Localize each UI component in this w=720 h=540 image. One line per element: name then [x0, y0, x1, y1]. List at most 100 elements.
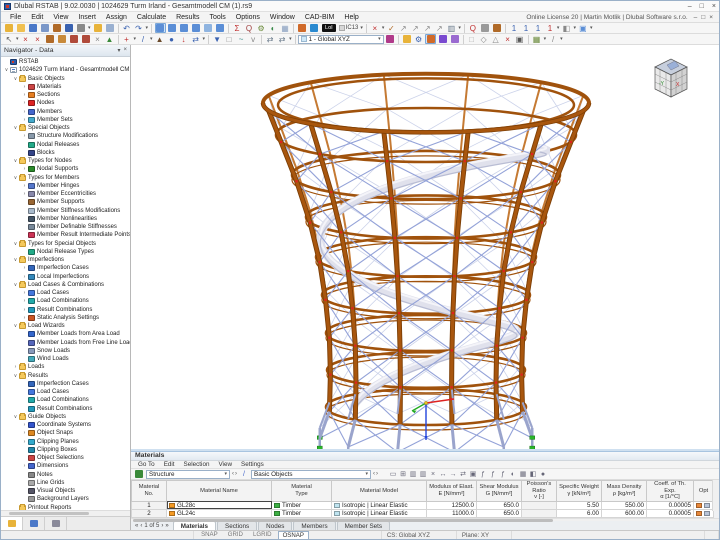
toggle-snap[interactable]: SNAP	[197, 531, 222, 540]
tree-expander[interactable]: ∨	[12, 125, 19, 131]
tree-item-load-cases[interactable]: › Load Cases	[1, 289, 130, 297]
tree-expander[interactable]: ›	[21, 315, 28, 321]
cell-modulus-e[interactable]: 12500.0	[426, 500, 477, 510]
window-close-button[interactable]	[215, 23, 226, 33]
undo-button[interactable]: ↶	[121, 23, 132, 33]
cell-shear-g[interactable]: 650.0	[476, 508, 522, 518]
menu-edit[interactable]: Edit	[26, 14, 48, 21]
modify-2-button[interactable]	[56, 34, 67, 44]
tree-item-member-loads-from-free-line-load[interactable]: Member Loads from Free Line Load	[1, 339, 130, 347]
tree-item-types-for-special-objects[interactable]: ∨ Types for Special Objects	[1, 239, 130, 248]
tree-expander[interactable]: ∨	[12, 175, 19, 181]
table-tool-8[interactable]: ▣	[468, 469, 478, 479]
option-icon[interactable]	[696, 510, 702, 516]
tree-expander[interactable]: ∨	[12, 158, 19, 164]
rotate-1-button[interactable]	[68, 34, 79, 44]
tree-expander[interactable]: ›	[21, 430, 28, 436]
table-tab-nodes[interactable]: Nodes	[258, 521, 293, 530]
cell-options[interactable]	[693, 508, 714, 518]
menu-tools[interactable]: Tools	[204, 14, 230, 21]
structure-combo[interactable]: Structure ▾	[146, 469, 230, 479]
tree-item-member-eccentricities[interactable]: › Member Eccentricities	[1, 190, 130, 198]
print-button[interactable]	[76, 23, 87, 33]
cell-mass-density[interactable]: 600.00	[601, 508, 647, 518]
col-header-material[interactable]: Material Type	[271, 480, 332, 502]
cell-specific-weight[interactable]: 6.00	[556, 508, 602, 518]
tree-expander[interactable]: ›	[21, 439, 28, 445]
table-tool-11[interactable]: ƒ	[498, 469, 508, 479]
tree-item-clipping-planes[interactable]: › Clipping Planes	[1, 438, 130, 446]
nav-tab-views[interactable]	[45, 517, 67, 530]
ghost-view-button[interactable]: □	[466, 34, 477, 44]
lol-button[interactable]: LoI	[322, 24, 336, 32]
tree-item-types-for-members[interactable]: ∨ Types for Members	[1, 173, 130, 182]
view-caret[interactable]: ▾	[557, 25, 560, 31]
tree-expander[interactable]: ∨	[12, 414, 19, 420]
tree-item-nodal-releases[interactable]: Nodal Releases	[1, 141, 130, 149]
tree-item-types-for-nodes[interactable]: ∨ Types for Nodes	[1, 157, 130, 165]
window-horizontal-button[interactable]	[167, 23, 178, 33]
edit-icon[interactable]	[704, 510, 710, 516]
menu-assign[interactable]: Assign	[101, 14, 132, 21]
col-header-modulus-of-elast[interactable]: Modulus of Elast. E [N/mm²]	[426, 480, 477, 502]
status-coordinate-system[interactable]: CS: Global XYZ	[382, 531, 457, 539]
table-tool-13[interactable]: ▦	[518, 469, 528, 479]
toggle-grid[interactable]: GRID	[224, 531, 247, 540]
category-next-button[interactable]: ›	[376, 471, 378, 477]
table-menu-go-to[interactable]: Go To	[134, 461, 159, 468]
new-support-button[interactable]: ▲	[154, 34, 165, 44]
navigator-hscrollbar[interactable]	[1, 510, 130, 516]
tree-item-1024629-turm-irland-gesamtmodell-cm-1-rs9[interactable]: ∨ 1024629 Turm Irland - Gesamtmodell CM (…	[1, 66, 130, 74]
tree-item-members[interactable]: › Members	[1, 108, 130, 116]
tree-item-member-result-intermediate-points[interactable]: Member Result Intermediate Points	[1, 231, 130, 239]
table-tool-5[interactable]: ↔	[438, 469, 448, 479]
clipping-button[interactable]: □	[224, 34, 235, 44]
axis-tool-1-button[interactable]: ↗	[398, 23, 409, 33]
new-member-button[interactable]: /	[138, 34, 149, 44]
tables-button[interactable]: ▦	[280, 23, 291, 33]
minimize-button[interactable]: –	[688, 3, 692, 10]
maximize-button[interactable]: □	[700, 3, 704, 10]
tree-expander[interactable]: ›	[21, 84, 28, 90]
first-record-button[interactable]: «	[135, 523, 138, 529]
table-tool-14[interactable]: ◧	[528, 469, 538, 479]
toggle-lgrid[interactable]: LGRID	[249, 531, 276, 540]
menu-insert[interactable]: Insert	[73, 14, 101, 21]
view-z-button[interactable]: 1	[532, 23, 543, 33]
table-tool-1[interactable]: ⊞	[398, 469, 408, 479]
tree-item-coordinate-systems[interactable]: › Coordinate Systems	[1, 421, 130, 429]
menu-calculate[interactable]: Calculate	[132, 14, 171, 21]
diamond-view-button[interactable]: ◇	[478, 34, 489, 44]
cell-material-model[interactable]: Isotropic | Linear Elastic	[331, 508, 427, 518]
col-header-coeff-of-th-exp[interactable]: Coeff. of Th. Exp. α [1/°C]	[646, 480, 694, 502]
table-menu-view[interactable]: View	[214, 461, 236, 468]
tree-item-blocks[interactable]: Blocks	[1, 149, 130, 157]
col-header-shear-modulus[interactable]: Shear Modulus G [N/mm²]	[476, 480, 522, 502]
tree-item-basic-objects[interactable]: ∨ Basic Objects	[1, 74, 130, 83]
tree-expander[interactable]: ›	[21, 133, 28, 139]
table-tool-9[interactable]: ƒ	[478, 469, 488, 479]
object-1-button[interactable]	[437, 34, 448, 44]
axis-tool-2-button[interactable]: ↗	[410, 23, 421, 33]
render-wireframe-button[interactable]	[297, 23, 308, 33]
save-button[interactable]	[64, 23, 75, 33]
last-record-button[interactable]: »	[165, 523, 168, 529]
globe-button[interactable]: ◐	[268, 23, 279, 33]
close-button[interactable]: ×	[712, 3, 716, 10]
save-as-button[interactable]	[40, 23, 51, 33]
tree-expander[interactable]: ›	[21, 274, 28, 280]
tree-item-nodal-release-types[interactable]: Nodal Release Types	[1, 248, 130, 256]
tree-expander[interactable]: ∨	[12, 373, 19, 379]
zoom-select-button[interactable]: Q	[244, 23, 255, 33]
open-project-button[interactable]	[28, 23, 39, 33]
tree-item-wind-loads[interactable]: Wind Loads	[1, 355, 130, 363]
delete-1-button[interactable]: ×	[20, 34, 31, 44]
new-load-button[interactable]: ↓	[178, 34, 189, 44]
window-quad-button[interactable]	[191, 23, 202, 33]
option-icon[interactable]	[696, 502, 702, 508]
tree-expander[interactable]: ›	[21, 463, 28, 469]
table-caret[interactable]: ▾	[458, 25, 461, 31]
cell-material-model[interactable]: Isotropic | Linear Elastic	[331, 500, 427, 510]
image-tools-button[interactable]: ▦	[531, 34, 542, 44]
render-solid-button[interactable]	[309, 23, 320, 33]
